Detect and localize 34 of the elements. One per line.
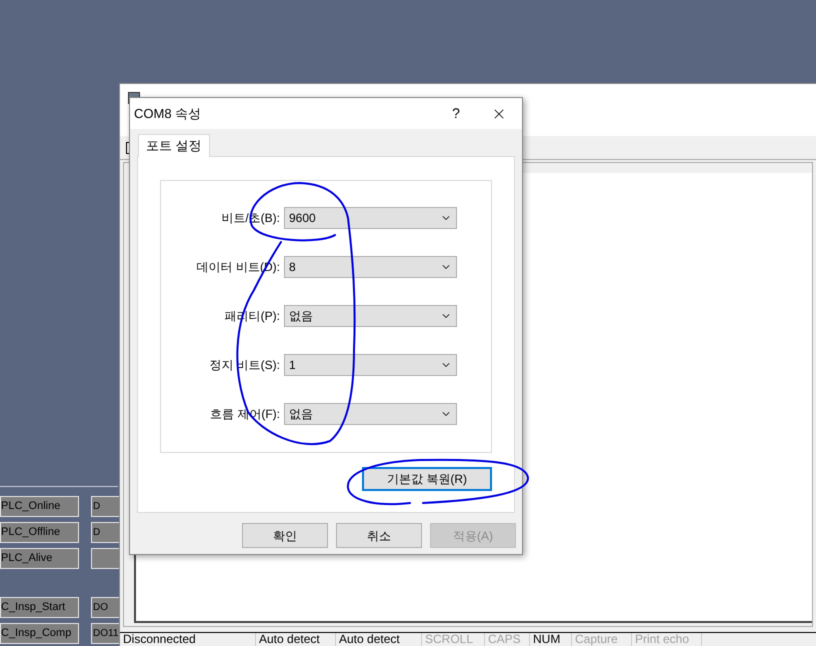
status-text: Auto detect: [336, 633, 422, 646]
dropdown-value: 9600: [289, 210, 317, 227]
dialog-title: COM8 속성: [134, 104, 202, 123]
dropdown[interactable]: 9600: [284, 207, 457, 229]
dropdown[interactable]: 없음: [284, 403, 457, 425]
dialog-button[interactable]: 취소: [336, 523, 422, 548]
dropdown-value: 1: [289, 357, 297, 374]
status-text: Disconnected: [120, 633, 256, 646]
panel-button[interactable]: PLC_Online: [0, 496, 79, 517]
panel-button[interactable]: C_Insp_Start: [0, 597, 79, 618]
status-text: SCROLL: [422, 633, 485, 646]
panel-button[interactable]: PLC_Alive: [0, 548, 79, 569]
status-text: Auto detect: [256, 633, 336, 646]
panel-button[interactable]: PLC_Offline: [0, 522, 79, 543]
status-text: NUM: [530, 633, 572, 646]
help-button[interactable]: ?: [436, 98, 476, 129]
dropdown-value: 없음: [289, 406, 314, 423]
panel-button[interactable]: DO: [91, 597, 119, 618]
dropdown-value: 8: [289, 259, 297, 276]
status-text: CAPS: [485, 633, 530, 646]
dropdown[interactable]: 없음: [284, 305, 457, 327]
dropdown[interactable]: 8: [284, 256, 457, 278]
dialog-button[interactable]: 확인: [242, 523, 328, 548]
panel-button[interactable]: DO11: [91, 623, 119, 644]
dropdown-value: 없음: [289, 308, 314, 325]
status-text: Print echo: [632, 633, 702, 646]
panel-button[interactable]: D: [91, 522, 119, 543]
panel-button[interactable]: D: [91, 496, 119, 517]
tab[interactable]: 포트 설정: [138, 134, 210, 157]
status-text: Capture: [572, 633, 632, 646]
restore-defaults-button[interactable]: 기본값 복원(R): [362, 467, 492, 491]
panel-button[interactable]: C_Insp_Comp: [0, 623, 79, 644]
panel-button[interactable]: [91, 548, 119, 569]
dropdown[interactable]: 1: [284, 354, 457, 376]
